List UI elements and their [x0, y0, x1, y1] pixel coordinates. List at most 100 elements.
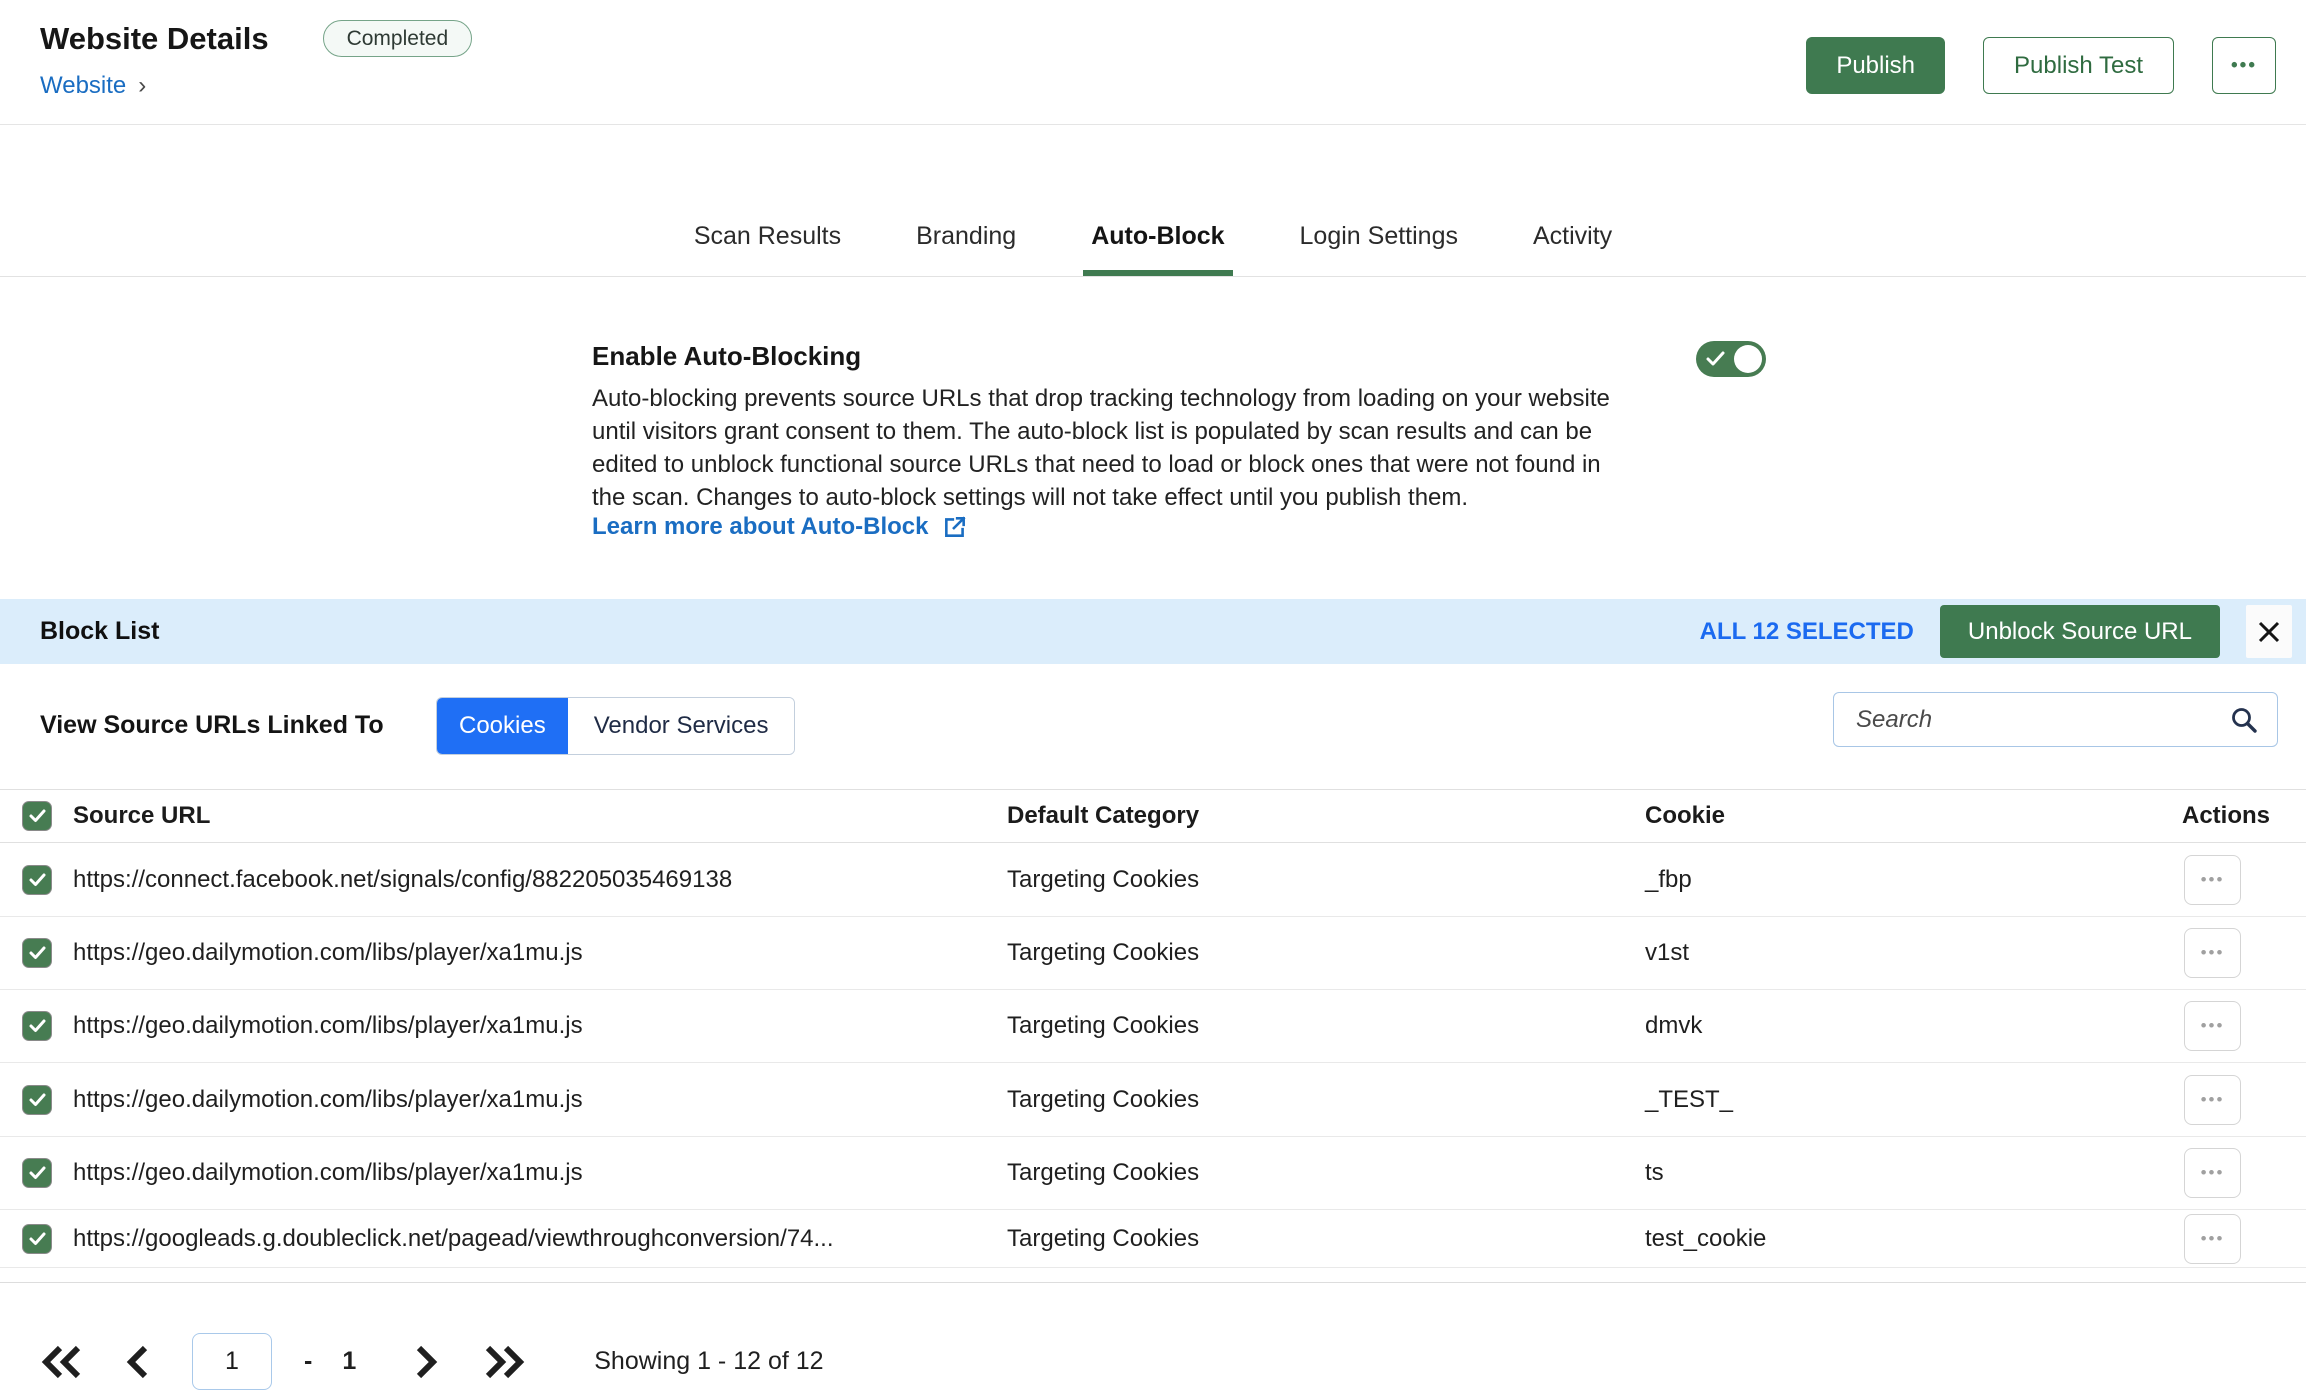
- table-row: https://connect.facebook.net/signals/con…: [0, 843, 2306, 917]
- default-category-cell: Targeting Cookies: [1007, 1012, 1199, 1040]
- learn-more-label: Learn more about Auto-Block: [592, 513, 928, 541]
- row-checkbox[interactable]: [22, 1224, 52, 1254]
- check-icon: [28, 945, 47, 961]
- next-page-button[interactable]: [414, 1344, 440, 1380]
- search-box: [1833, 692, 2278, 747]
- chevron-right-icon: ›: [138, 72, 146, 100]
- toggle-knob: [1734, 345, 1762, 373]
- filter-vendor-services-button[interactable]: Vendor Services: [568, 698, 795, 754]
- chevron-right-icon: [414, 1344, 440, 1380]
- learn-more-link[interactable]: Learn more about Auto-Block: [592, 513, 968, 541]
- row-checkbox[interactable]: [22, 938, 52, 968]
- ellipsis-icon: •••: [2201, 1090, 2225, 1110]
- filter-cookies-button[interactable]: Cookies: [437, 698, 568, 754]
- selection-count-text: ALL 12 SELECTED: [1700, 618, 1914, 646]
- pagination-summary: Showing 1 - 12 of 12: [594, 1347, 823, 1376]
- first-page-button[interactable]: [40, 1344, 84, 1380]
- ellipsis-icon: •••: [2201, 870, 2225, 890]
- tab-scan-results[interactable]: Scan Results: [686, 222, 849, 276]
- pagination: - 1 Showing 1 - 12 of 12: [40, 1333, 824, 1390]
- default-category-cell: Targeting Cookies: [1007, 1159, 1199, 1187]
- publish-test-button[interactable]: Publish Test: [1983, 37, 2174, 94]
- search-input[interactable]: [1834, 706, 2229, 734]
- cookie-cell: ts: [1645, 1159, 1664, 1187]
- column-actions: Actions: [2182, 802, 2270, 830]
- column-default-category: Default Category: [1007, 802, 1199, 830]
- tab-branding[interactable]: Branding: [908, 222, 1024, 276]
- row-checkbox[interactable]: [22, 1011, 52, 1041]
- auto-blocking-toggle[interactable]: [1696, 341, 1766, 377]
- select-all-checkbox[interactable]: [22, 801, 52, 831]
- row-checkbox[interactable]: [22, 1085, 52, 1115]
- table-row: https://googleads.g.doubleclick.net/page…: [0, 1210, 2306, 1268]
- cookie-cell: test_cookie: [1645, 1225, 1766, 1253]
- source-url-cell: https://geo.dailymotion.com/libs/player/…: [73, 1086, 583, 1114]
- check-icon: [28, 1231, 47, 1247]
- check-icon: [28, 1092, 47, 1108]
- cookie-cell: _fbp: [1645, 866, 1692, 894]
- publish-button[interactable]: Publish: [1806, 37, 1945, 94]
- source-url-cell: https://geo.dailymotion.com/libs/player/…: [73, 1012, 583, 1040]
- check-icon: [28, 808, 47, 824]
- double-chevron-right-icon: [482, 1344, 526, 1380]
- row-checkbox[interactable]: [22, 1158, 52, 1188]
- table-row: https://geo.dailymotion.com/libs/player/…: [0, 917, 2306, 990]
- tab-login-settings[interactable]: Login Settings: [1292, 222, 1466, 276]
- check-icon: [28, 1165, 47, 1181]
- default-category-cell: Targeting Cookies: [1007, 939, 1199, 967]
- ellipsis-icon: •••: [2201, 943, 2225, 963]
- check-icon: [28, 872, 47, 888]
- page-number-input[interactable]: [192, 1333, 272, 1390]
- previous-page-button[interactable]: [124, 1344, 150, 1380]
- search-icon[interactable]: [2229, 705, 2259, 735]
- default-category-cell: Targeting Cookies: [1007, 1225, 1199, 1253]
- table-header: Source URL Default Category Cookie Actio…: [0, 789, 2306, 843]
- more-options-button[interactable]: •••: [2212, 37, 2276, 94]
- close-selection-button[interactable]: [2246, 605, 2292, 658]
- check-icon: [28, 1018, 47, 1034]
- table-row: https://geo.dailymotion.com/libs/player/…: [0, 990, 2306, 1063]
- last-page-button[interactable]: [482, 1344, 526, 1380]
- row-actions-button[interactable]: •••: [2184, 855, 2241, 905]
- filter-label: View Source URLs Linked To: [40, 711, 384, 740]
- row-actions-button[interactable]: •••: [2184, 1214, 2241, 1264]
- cookie-cell: _TEST_: [1645, 1086, 1733, 1114]
- tab-auto-block[interactable]: Auto-Block: [1083, 222, 1232, 276]
- status-badge: Completed: [323, 20, 473, 57]
- table-footer: - 1 Showing 1 - 12 of 12: [0, 1282, 2306, 1392]
- breadcrumb: Website ›: [40, 72, 146, 100]
- row-actions-button[interactable]: •••: [2184, 1001, 2241, 1051]
- page-separator: -: [304, 1347, 312, 1376]
- check-icon: [1705, 349, 1727, 369]
- total-pages: 1: [342, 1347, 356, 1376]
- chevron-left-icon: [124, 1344, 150, 1380]
- double-chevron-left-icon: [40, 1344, 84, 1380]
- cookie-cell: v1st: [1645, 939, 1689, 967]
- tab-activity[interactable]: Activity: [1525, 222, 1620, 276]
- unblock-source-url-button[interactable]: Unblock Source URL: [1940, 605, 2220, 658]
- source-url-cell: https://connect.facebook.net/signals/con…: [73, 866, 732, 894]
- row-actions-button[interactable]: •••: [2184, 1075, 2241, 1125]
- ellipsis-icon: •••: [2231, 55, 2257, 77]
- row-checkbox[interactable]: [22, 865, 52, 895]
- page-title: Website Details: [40, 21, 269, 57]
- source-url-cell: https://geo.dailymotion.com/libs/player/…: [73, 939, 583, 967]
- close-icon: [2255, 618, 2283, 646]
- breadcrumb-website-link[interactable]: Website: [40, 72, 126, 100]
- page-header: Website Details Completed Website › Publ…: [0, 0, 2306, 125]
- column-cookie: Cookie: [1645, 802, 1725, 830]
- ellipsis-icon: •••: [2201, 1163, 2225, 1183]
- source-url-cell: https://googleads.g.doubleclick.net/page…: [73, 1225, 834, 1253]
- default-category-cell: Targeting Cookies: [1007, 1086, 1199, 1114]
- source-url-cell: https://geo.dailymotion.com/libs/player/…: [73, 1159, 583, 1187]
- row-actions-button[interactable]: •••: [2184, 1148, 2241, 1198]
- table-row: https://geo.dailymotion.com/libs/player/…: [0, 1137, 2306, 1210]
- row-actions-button[interactable]: •••: [2184, 928, 2241, 978]
- ellipsis-icon: •••: [2201, 1229, 2225, 1249]
- block-list-bar: Block List ALL 12 SELECTED Unblock Sourc…: [0, 599, 2306, 664]
- default-category-cell: Targeting Cookies: [1007, 866, 1199, 894]
- linked-to-segmented-control: Cookies Vendor Services: [436, 697, 795, 755]
- auto-blocking-heading: Enable Auto-Blocking: [592, 341, 861, 372]
- table-row: https://geo.dailymotion.com/libs/player/…: [0, 1063, 2306, 1137]
- cookie-cell: dmvk: [1645, 1012, 1702, 1040]
